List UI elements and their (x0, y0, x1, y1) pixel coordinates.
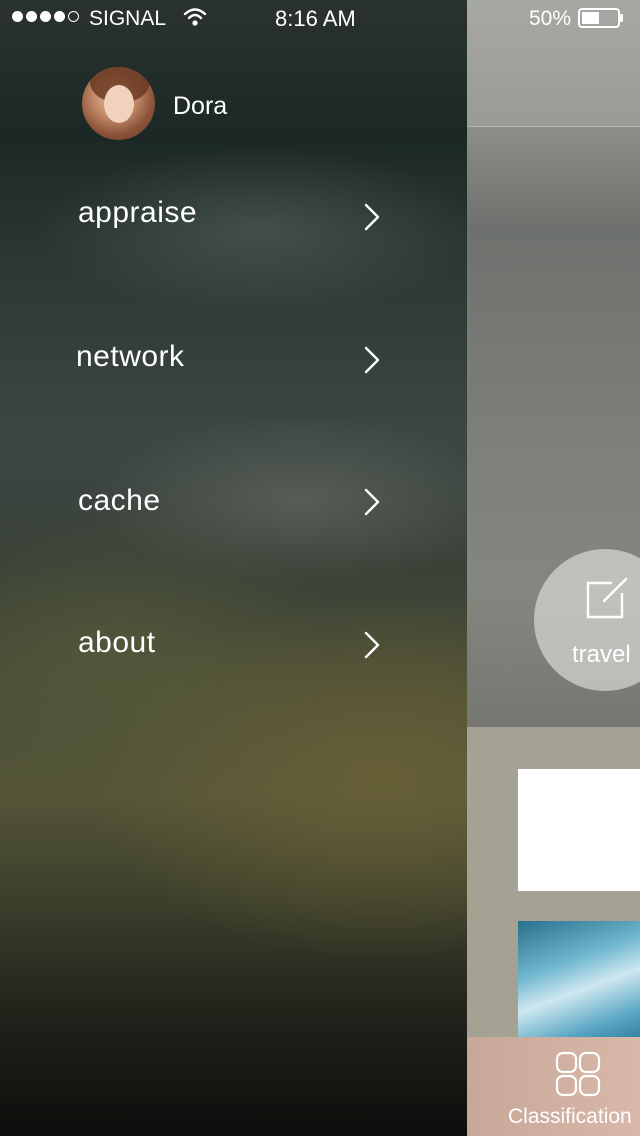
signal-dot (40, 11, 51, 22)
signal-dot (68, 11, 79, 22)
menu-item-label: cache (78, 484, 161, 517)
wifi-icon (183, 8, 207, 26)
menu-item-network[interactable]: network (0, 308, 467, 408)
chevron-right-icon (364, 346, 380, 374)
travel-button[interactable]: travel (534, 549, 640, 691)
grid-icon (555, 1051, 601, 1097)
menu-item-label: appraise (78, 196, 198, 229)
signal-dot (12, 11, 23, 22)
signal-strength (12, 11, 79, 22)
signal-dot (26, 11, 37, 22)
travel-label: travel (572, 641, 631, 668)
edit-icon (586, 577, 628, 619)
chevron-right-icon (364, 488, 380, 516)
signal-dot (54, 11, 65, 22)
battery-icon (578, 8, 623, 28)
avatar[interactable] (82, 67, 155, 140)
avatar-face (104, 85, 134, 123)
menu-item-cache[interactable]: cache (0, 452, 467, 552)
menu-item-about[interactable]: about (0, 595, 467, 695)
battery-percent: 50% (529, 7, 572, 30)
tab-label: Classification (508, 1105, 632, 1128)
menu-item-label: about (78, 626, 156, 659)
chevron-right-icon (364, 631, 380, 659)
clock: 8:16 AM (275, 6, 356, 31)
main-content[interactable]: travel Classification (467, 0, 640, 1136)
status-bar: SIGNAL 8:16 AM 50% (0, 0, 640, 36)
menu-item-label: network (76, 340, 185, 373)
photo-card[interactable] (518, 921, 640, 1041)
carrier-name: SIGNAL (89, 7, 167, 30)
tab-bar: Classification (467, 1037, 640, 1136)
side-drawer: Dora appraise network cache about (0, 0, 467, 1136)
chevron-right-icon (364, 203, 380, 231)
card-item[interactable] (518, 769, 640, 891)
menu-item-appraise[interactable]: appraise (0, 165, 467, 265)
profile-name[interactable]: Dora (173, 92, 227, 121)
